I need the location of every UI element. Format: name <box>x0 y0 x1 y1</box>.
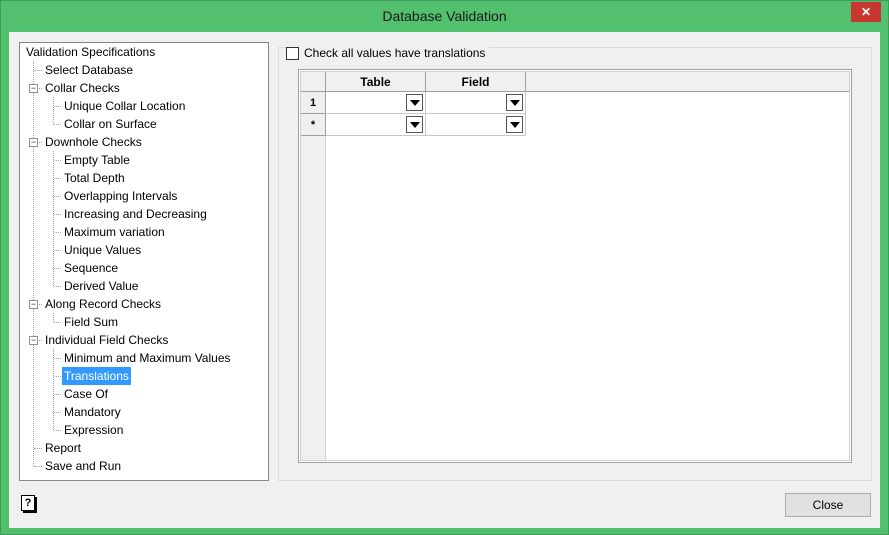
dialog-client-area: Select Database − Collar Checks Unique Coll… <box>9 32 880 528</box>
title-bar[interactable]: Database Validation ✕ <box>1 1 888 32</box>
collapse-toggle-icon[interactable]: − <box>29 300 38 309</box>
tree-item-select-database[interactable]: Select Database <box>43 61 135 79</box>
tree-connector-along <box>53 313 54 322</box>
tree-connector <box>54 358 61 359</box>
collapse-toggle-icon[interactable]: − <box>29 336 38 345</box>
tree-connector <box>54 394 61 395</box>
tree-connector <box>54 250 61 251</box>
tree-item-field-sum[interactable]: Field Sum <box>62 313 120 331</box>
tree-item-unique-collar-location[interactable]: Unique Collar Location <box>62 97 187 115</box>
column-header-field[interactable]: Field <box>426 72 526 92</box>
check-translations-row[interactable]: Check all values have translations <box>286 45 490 61</box>
tree-item-along-record-checks[interactable]: Along Record Checks <box>43 295 163 313</box>
translations-grid[interactable]: Table Field 1 * <box>298 69 852 463</box>
tree-connector <box>54 178 61 179</box>
tree-connector <box>54 412 61 413</box>
collapse-toggle-icon[interactable]: − <box>29 84 38 93</box>
tree-connector-root <box>33 61 34 466</box>
tree-root[interactable]: Validation Specifications <box>24 43 157 61</box>
tree-connector <box>34 70 42 71</box>
tree-connector <box>54 160 61 161</box>
help-icon[interactable]: ? <box>21 495 35 511</box>
column-header-filler <box>526 72 849 92</box>
tree-item-collar-on-surface[interactable]: Collar on Surface <box>62 115 159 133</box>
tree-item-case-of[interactable]: Case Of <box>62 385 110 403</box>
tree-connector <box>54 322 61 323</box>
tree-item-minimum-and-maximum-values[interactable]: Minimum and Maximum Values <box>62 349 233 367</box>
tree-item-save-and-run[interactable]: Save and Run <box>43 457 123 475</box>
tree-connector <box>54 196 61 197</box>
tree-connector-downhole <box>53 151 54 286</box>
window-title: Database Validation <box>382 8 507 24</box>
check-translations-checkbox[interactable] <box>286 46 299 60</box>
column-header-table[interactable]: Table <box>326 72 426 92</box>
validation-tree[interactable]: Select Database − Collar Checks Unique Coll… <box>19 42 269 481</box>
grid-corner <box>301 72 326 92</box>
tree-item-collar-checks[interactable]: Collar Checks <box>43 79 122 97</box>
grid-body: Table Field 1 * <box>300 71 850 461</box>
cell-table-row-new[interactable] <box>326 114 426 136</box>
tree-item-overlapping-intervals[interactable]: Overlapping Intervals <box>62 187 179 205</box>
tree-connector <box>34 466 42 467</box>
field-dropdown-icon[interactable] <box>506 116 523 133</box>
close-button[interactable]: Close <box>785 493 871 517</box>
tree-item-increasing-and-decreasing[interactable]: Increasing and Decreasing <box>62 205 209 223</box>
cell-field-row-new[interactable] <box>426 114 526 136</box>
tree-item-expression[interactable]: Expression <box>62 421 125 439</box>
cell-table-row-1[interactable] <box>326 92 426 114</box>
tree-item-total-depth[interactable]: Total Depth <box>62 169 127 187</box>
tree-item-sequence[interactable]: Sequence <box>62 259 120 277</box>
window-close-icon[interactable]: ✕ <box>851 2 881 22</box>
tree-connector <box>54 376 61 377</box>
tree-connector <box>54 232 61 233</box>
tree-item-empty-table[interactable]: Empty Table <box>62 151 132 169</box>
tree-item-derived-value[interactable]: Derived Value <box>62 277 140 295</box>
row-header-new[interactable]: * <box>301 114 326 136</box>
tree-connector-individual <box>53 349 54 430</box>
tree-connector <box>54 214 61 215</box>
check-translations-label: Check all values have translations <box>304 46 486 60</box>
tree-item-translations[interactable]: Translations <box>62 367 131 385</box>
tree-connector <box>54 286 61 287</box>
tree-item-report[interactable]: Report <box>43 439 83 457</box>
tree-connector <box>54 106 61 107</box>
tree-connector <box>34 448 42 449</box>
table-dropdown-icon[interactable] <box>406 116 423 133</box>
collapse-toggle-icon[interactable]: − <box>29 138 38 147</box>
dialog-window: Database Validation ✕ Select Database − Co… <box>0 0 889 535</box>
tree-connector-collar <box>53 97 54 124</box>
tree-item-unique-values[interactable]: Unique Values <box>62 241 143 259</box>
field-dropdown-icon[interactable] <box>506 94 523 111</box>
tree-item-mandatory[interactable]: Mandatory <box>62 403 123 421</box>
tree-connector <box>54 124 61 125</box>
row-header-1[interactable]: 1 <box>301 92 326 114</box>
tree-connector <box>54 430 61 431</box>
tree-connector <box>54 268 61 269</box>
table-dropdown-icon[interactable] <box>406 94 423 111</box>
cell-field-row-1[interactable] <box>426 92 526 114</box>
tree-item-individual-field-checks[interactable]: Individual Field Checks <box>43 331 170 349</box>
tree-item-downhole-checks[interactable]: Downhole Checks <box>43 133 144 151</box>
tree-item-maximum-variation[interactable]: Maximum variation <box>62 223 167 241</box>
